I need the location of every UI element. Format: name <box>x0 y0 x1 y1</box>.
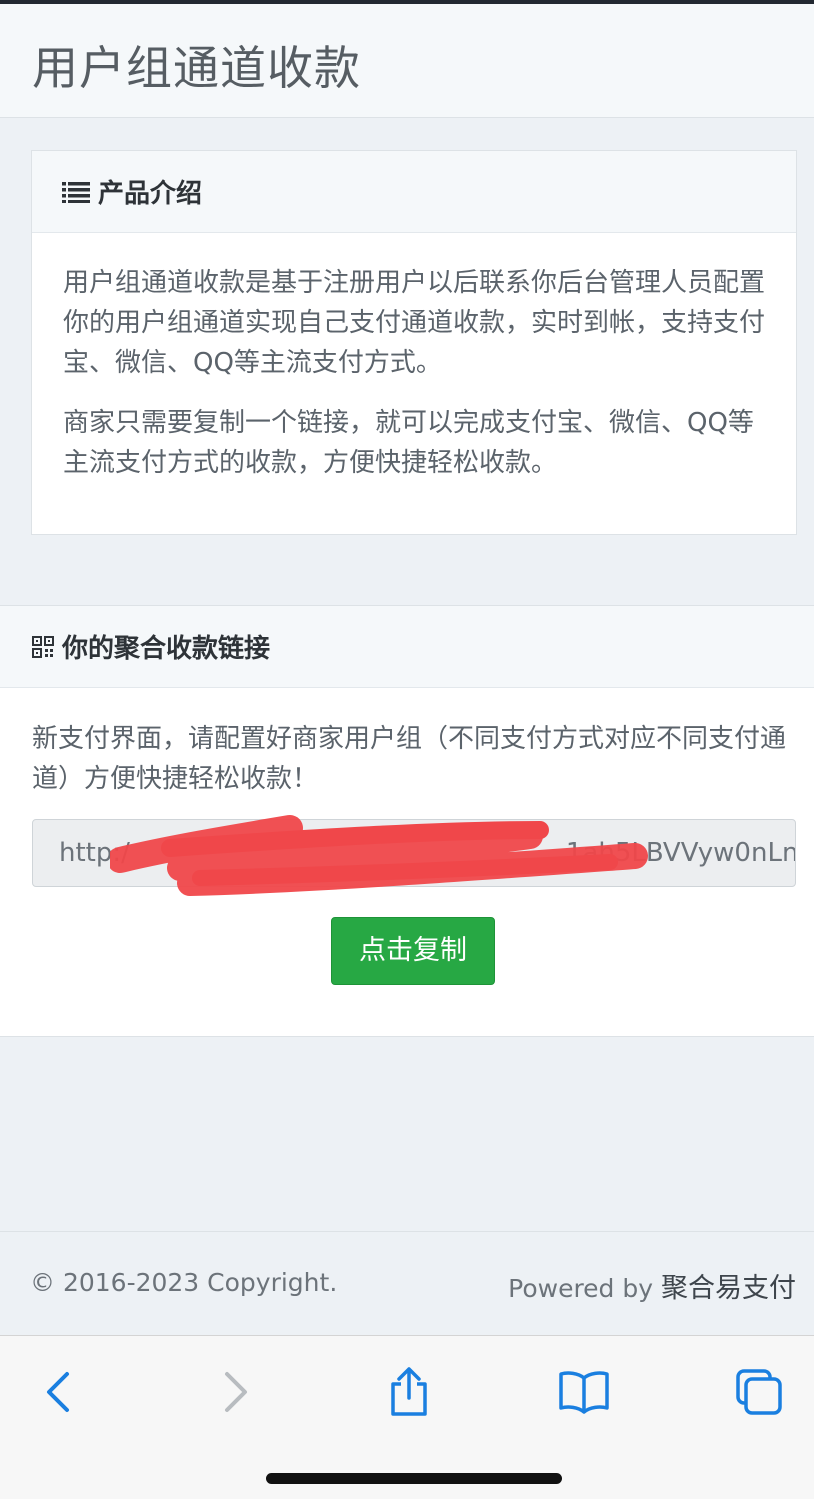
panel-heading-label: 你的聚合收款链接 <box>62 634 271 664</box>
panel-body: 用户组通道收款是基于注册用户以后联系你后台管理人员配置你的用户组通道实现自己支付… <box>32 233 796 483</box>
home-indicator[interactable] <box>266 1473 562 1484</box>
bookmarks-icon[interactable] <box>556 1364 612 1420</box>
panel-heading: 产品介绍 <box>32 151 796 233</box>
tabs-icon[interactable] <box>731 1364 787 1420</box>
powered-by: Powered by 聚合易支付 <box>508 1266 796 1305</box>
footer: © 2016-2023 Copyright. Powered by 聚合易支付 <box>0 1231 814 1335</box>
intro-paragraph: 用户组通道收款是基于注册用户以后联系你后台管理人员配置你的用户组通道实现自己支付… <box>63 268 766 378</box>
intro-paragraph: 商家只需要复制一个链接，就可以完成支付宝、微信、QQ等主流支付方式的收款，方便快… <box>63 408 754 478</box>
payment-link-panel: 你的聚合收款链接 新支付界面，请配置好商家用户组（不同支付方式对应不同支付通道）… <box>0 605 814 1037</box>
panel-heading-label: 产品介绍 <box>98 179 203 209</box>
qrcode-icon <box>32 635 54 658</box>
powered-by-label: Powered by <box>508 1274 654 1303</box>
page-header: 用户组通道收款 <box>0 4 814 118</box>
list-icon <box>62 181 90 203</box>
url-start: http:/ <box>59 838 130 868</box>
copyright-text: © 2016-2023 Copyright. <box>30 1268 338 1297</box>
product-intro-panel: 产品介绍 用户组通道收款是基于注册用户以后联系你后台管理人员配置你的用户组通道实… <box>31 150 797 535</box>
copy-link-button[interactable]: 点击复制 <box>331 917 495 985</box>
brand-link[interactable]: 聚合易支付 <box>661 1273 796 1304</box>
url-end: 1ah5LBVVyw0nLnejsu <box>565 838 795 868</box>
link-description: 新支付界面，请配置好商家用户组（不同支付方式对应不同支付通道）方便快捷轻松收款！ <box>32 724 787 794</box>
page-title: 用户组通道收款 <box>32 41 361 95</box>
back-icon[interactable] <box>30 1364 86 1420</box>
forward-icon[interactable] <box>208 1364 264 1420</box>
share-icon[interactable] <box>381 1364 437 1420</box>
payment-link-field[interactable]: http:/ 1ah5LBVVyw0nLnejsu <box>32 819 796 887</box>
panel-heading: 你的聚合收款链接 <box>0 606 814 688</box>
